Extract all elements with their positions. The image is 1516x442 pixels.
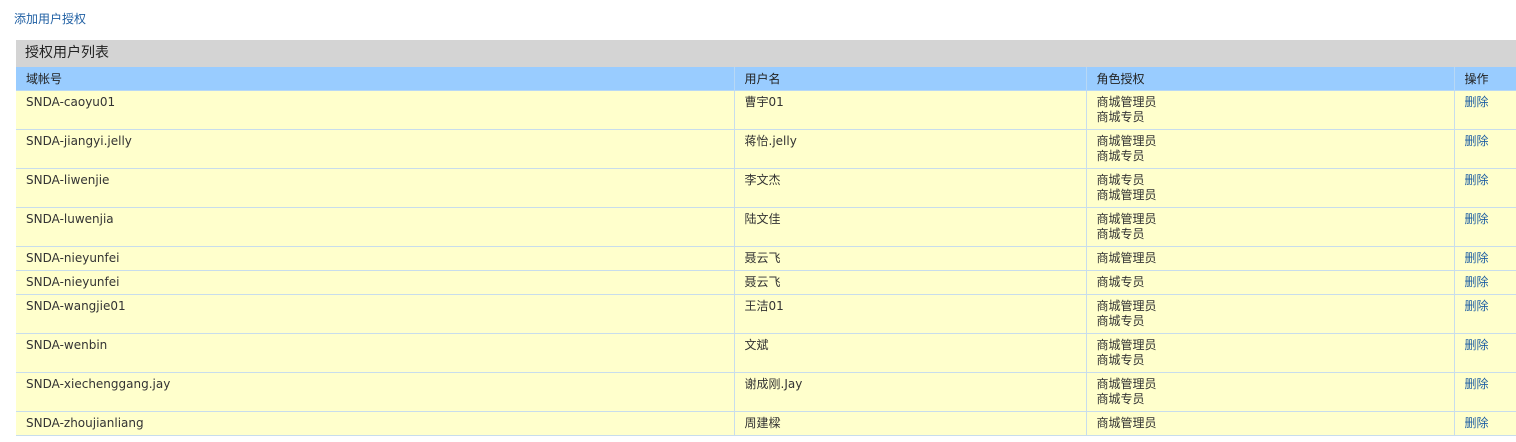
role-label: 商城专员 [1096,392,1145,406]
table-row: SNDA-xiechenggang.jay 谢成刚.Jay 商城管理员 商城专员 删除 [16,372,1516,412]
username-cell: 李文杰 [733,168,1086,208]
role-label: 商城管理员 [1096,338,1157,352]
account-cell: SNDA-zhoujianliang [16,411,734,436]
column-header-roles: 角色授权 [1085,67,1454,91]
column-header-account: 域帐号 [16,67,734,91]
username-cell: 聂云飞 [733,246,1086,271]
username-cell: 蒋怡.jelly [733,129,1086,169]
account-cell: SNDA-nieyunfei [16,246,734,271]
role-label: 商城专员 [1096,275,1145,289]
account-cell: SNDA-xiechenggang.jay [16,372,734,412]
delete-link[interactable]: 删除 [1465,95,1489,109]
delete-link[interactable]: 删除 [1465,275,1489,289]
account-cell: SNDA-nieyunfei [16,270,734,295]
column-header-username: 用户名 [733,67,1086,91]
roles-cell: 商城管理员 商城专员 [1085,207,1454,247]
panel-title: 授权用户列表 [16,40,1516,67]
action-cell: 删除 [1453,333,1516,373]
role-label: 商城专员 [1096,353,1145,367]
action-cell: 删除 [1453,294,1516,334]
username-cell: 王洁01 [733,294,1086,334]
action-cell: 删除 [1453,90,1516,130]
username-cell: 聂云飞 [733,270,1086,295]
table-body: SNDA-caoyu01 曹宇01 商城管理员 商城专员 删除 SNDA-jiangyi.… [16,90,1516,436]
account-cell: SNDA-caoyu01 [16,90,734,130]
roles-cell: 商城管理员 商城专员 [1085,333,1454,373]
roles-cell: 商城管理员 商城专员 [1085,90,1454,130]
role-label: 商城管理员 [1096,377,1157,391]
role-label: 商城专员 [1096,227,1145,241]
table-header-row: 域帐号 用户名 角色授权 操作 [16,67,1516,91]
role-label: 商城管理员 [1096,416,1157,430]
role-label: 商城管理员 [1096,251,1157,265]
account-cell: SNDA-wangjie01 [16,294,734,334]
role-label: 商城管理员 [1096,188,1157,202]
account-cell: SNDA-liwenjie [16,168,734,208]
action-cell: 删除 [1453,372,1516,412]
authorized-users-table: 域帐号 用户名 角色授权 操作 SNDA-caoyu01 曹宇01 商城管理员 商城专… [16,67,1516,436]
table-row: SNDA-zhoujianliang 周建樑 商城管理员 删除 [16,411,1516,436]
table-row: SNDA-liwenjie 李文杰 商城专员 商城管理员 删除 [16,168,1516,208]
account-cell: SNDA-wenbin [16,333,734,373]
role-label: 商城专员 [1096,110,1145,124]
username-cell: 文斌 [733,333,1086,373]
role-label: 商城管理员 [1096,134,1157,148]
delete-link[interactable]: 删除 [1465,377,1489,391]
table-row: SNDA-wangjie01 王洁01 商城管理员 商城专员 删除 [16,294,1516,334]
delete-link[interactable]: 删除 [1465,173,1489,187]
table-row: SNDA-nieyunfei 聂云飞 商城专员 删除 [16,270,1516,295]
delete-link[interactable]: 删除 [1465,299,1489,313]
delete-link[interactable]: 删除 [1465,416,1489,430]
table-row: SNDA-jiangyi.jelly 蒋怡.jelly 商城管理员 商城专员 删除 [16,129,1516,169]
roles-cell: 商城专员 商城管理员 [1085,168,1454,208]
role-label: 商城管理员 [1096,212,1157,226]
role-label: 商城专员 [1096,149,1145,163]
add-user-authorization-link[interactable]: 添加用户授权 [14,10,86,27]
username-cell: 周建樑 [733,411,1086,436]
delete-link[interactable]: 删除 [1465,251,1489,265]
authorized-users-panel: 授权用户列表 域帐号 用户名 角色授权 操作 SNDA-caoyu01 曹宇01 商… [16,40,1516,436]
role-label: 商城专员 [1096,314,1145,328]
table-row: SNDA-caoyu01 曹宇01 商城管理员 商城专员 删除 [16,90,1516,130]
username-cell: 曹宇01 [733,90,1086,130]
table-row: SNDA-luwenjia 陆文佳 商城管理员 商城专员 删除 [16,207,1516,247]
account-cell: SNDA-luwenjia [16,207,734,247]
roles-cell: 商城管理员 [1085,411,1454,436]
roles-cell: 商城专员 [1085,270,1454,295]
action-cell: 删除 [1453,246,1516,271]
roles-cell: 商城管理员 商城专员 [1085,372,1454,412]
roles-cell: 商城管理员 商城专员 [1085,129,1454,169]
table-row: SNDA-wenbin 文斌 商城管理员 商城专员 删除 [16,333,1516,373]
action-cell: 删除 [1453,129,1516,169]
action-cell: 删除 [1453,207,1516,247]
role-label: 商城专员 [1096,173,1145,187]
delete-link[interactable]: 删除 [1465,212,1489,226]
action-cell: 删除 [1453,270,1516,295]
roles-cell: 商城管理员 [1085,246,1454,271]
roles-cell: 商城管理员 商城专员 [1085,294,1454,334]
action-cell: 删除 [1453,411,1516,436]
username-cell: 谢成刚.Jay [733,372,1086,412]
delete-link[interactable]: 删除 [1465,134,1489,148]
account-cell: SNDA-jiangyi.jelly [16,129,734,169]
delete-link[interactable]: 删除 [1465,338,1489,352]
action-cell: 删除 [1453,168,1516,208]
role-label: 商城管理员 [1096,299,1157,313]
role-label: 商城管理员 [1096,95,1157,109]
table-row: SNDA-nieyunfei 聂云飞 商城管理员 删除 [16,246,1516,271]
column-header-action: 操作 [1453,67,1516,91]
username-cell: 陆文佳 [733,207,1086,247]
